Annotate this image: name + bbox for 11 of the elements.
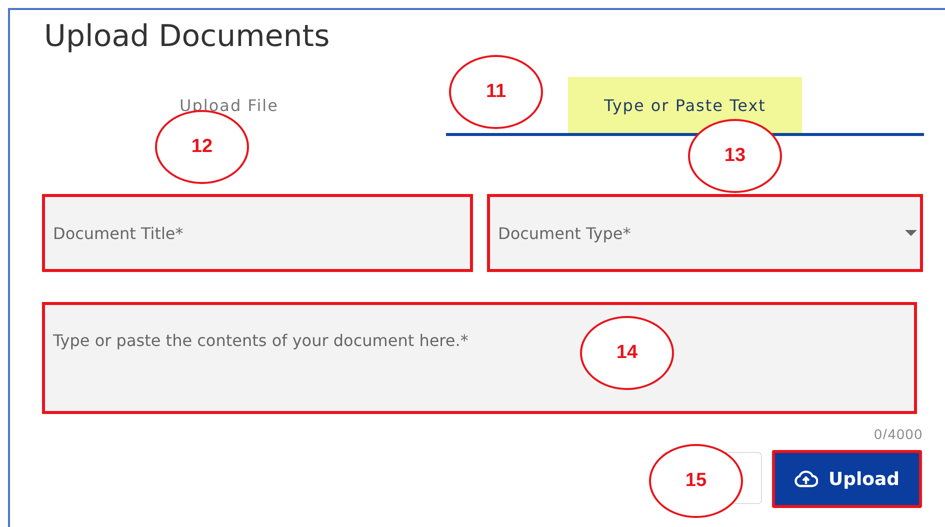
callout-tooltip: 13 bbox=[688, 119, 782, 193]
cloud-upload-icon bbox=[794, 470, 818, 488]
upload-button[interactable]: Upload bbox=[772, 450, 922, 508]
callout-tooltip: 11 bbox=[449, 55, 543, 129]
input-field[interactable]: Document Title* bbox=[42, 194, 473, 272]
dropdown-field[interactable]: Document Type* bbox=[487, 194, 923, 272]
callout-tooltip: 15 bbox=[649, 444, 743, 518]
character-counter: 0/4000 bbox=[874, 426, 923, 442]
dropdown-caret-icon bbox=[905, 230, 917, 236]
callout-tooltip: 12 bbox=[155, 110, 249, 184]
dialog-title: Upload Documents bbox=[44, 19, 330, 55]
